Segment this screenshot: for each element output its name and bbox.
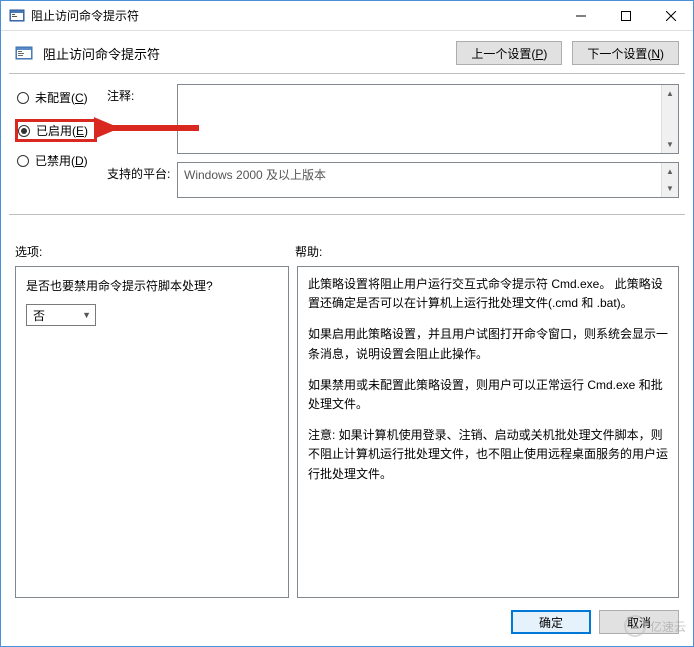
ok-label: 确定: [539, 614, 563, 631]
platform-field: Windows 2000 及以上版本: [178, 163, 661, 197]
radio-not-configured[interactable]: 未配置(C): [15, 86, 97, 109]
config-area: 未配置(C) 已启用(E) 已禁用(D) 注释: ▲ ▼: [1, 84, 693, 206]
scrollbar[interactable]: ▲ ▼: [661, 163, 678, 197]
radio-group: 未配置(C) 已启用(E) 已禁用(D): [15, 84, 97, 206]
radio-label: 已启用(E): [36, 122, 88, 139]
prev-label: 上一个设置(P): [471, 45, 547, 62]
option-question: 是否也要禁用命令提示符脚本处理?: [26, 277, 278, 294]
select-value: 否: [33, 307, 45, 324]
comment-row: 注释: ▲ ▼: [107, 84, 679, 154]
cancel-button[interactable]: 取消: [599, 610, 679, 634]
dialog-window: 阻止访问命令提示符 阻止访问命令提示符 上一个设置(P: [0, 0, 694, 647]
policy-icon: [15, 44, 33, 62]
help-paragraph: 如果启用此策略设置，并且用户试图打开命令窗口，则系统会显示一条消息，说明设置会阻…: [308, 325, 668, 363]
previous-setting-button[interactable]: 上一个设置(P): [456, 41, 562, 65]
radio-circle-icon: [17, 92, 29, 104]
radio-label: 未配置(C): [35, 89, 88, 106]
options-panel: 是否也要禁用命令提示符脚本处理? 否 ▼: [15, 266, 289, 598]
radio-circle-icon: [17, 155, 29, 167]
scroll-up-icon: ▲: [662, 85, 678, 102]
panels: 是否也要禁用命令提示符脚本处理? 否 ▼ 此策略设置将阻止用户运行交互式命令提示…: [1, 266, 693, 598]
scroll-down-icon: ▼: [662, 180, 678, 197]
policy-title: 阻止访问命令提示符: [43, 44, 446, 63]
help-paragraph: 如果禁用或未配置此策略设置，则用户可以正常运行 Cmd.exe 和批处理文件。: [308, 376, 668, 414]
fields-column: 注释: ▲ ▼ 支持的平台: Windows 2000 及以上版本 ▲: [107, 84, 679, 206]
titlebar: 阻止访问命令提示符: [1, 1, 693, 31]
scroll-up-icon: ▲: [662, 163, 678, 180]
help-paragraph: 注意: 如果计算机使用登录、注销、启动或关机批处理文件脚本，则不阻止计算机运行批…: [308, 426, 668, 484]
divider: [9, 214, 685, 215]
app-icon: [9, 8, 25, 24]
platform-field-wrap: Windows 2000 及以上版本 ▲ ▼: [177, 162, 679, 198]
cancel-label: 取消: [627, 614, 651, 631]
footer: 确定 取消: [1, 598, 693, 646]
radio-enabled[interactable]: 已启用(E): [15, 119, 97, 142]
script-disable-select[interactable]: 否 ▼: [26, 304, 96, 326]
maximize-button[interactable]: [603, 1, 648, 30]
help-paragraph: 此策略设置将阻止用户运行交互式命令提示符 Cmd.exe。 此策略设置还确定是否…: [308, 275, 668, 313]
options-label: 选项:: [15, 243, 295, 260]
comment-field-wrap: ▲ ▼: [177, 84, 679, 154]
minimize-button[interactable]: [558, 1, 603, 30]
close-button[interactable]: [648, 1, 693, 30]
platform-row: 支持的平台: Windows 2000 及以上版本 ▲ ▼: [107, 162, 679, 198]
ok-button[interactable]: 确定: [511, 610, 591, 634]
section-labels: 选项: 帮助:: [1, 225, 693, 266]
window-controls: [558, 1, 693, 30]
chevron-down-icon: ▼: [82, 310, 91, 320]
help-panel: 此策略设置将阻止用户运行交互式命令提示符 Cmd.exe。 此策略设置还确定是否…: [297, 266, 679, 598]
radio-disabled[interactable]: 已禁用(D): [15, 149, 97, 172]
comment-label: 注释:: [107, 84, 177, 154]
header: 阻止访问命令提示符 上一个设置(P) 下一个设置(N): [1, 31, 693, 73]
scrollbar[interactable]: ▲ ▼: [661, 85, 678, 153]
radio-circle-icon: [18, 125, 30, 137]
help-label: 帮助:: [295, 243, 322, 260]
comment-field[interactable]: [178, 85, 661, 153]
radio-label: 已禁用(D): [35, 152, 88, 169]
next-label: 下一个设置(N): [587, 45, 664, 62]
scroll-down-icon: ▼: [662, 136, 678, 153]
platform-label: 支持的平台:: [107, 162, 177, 198]
next-setting-button[interactable]: 下一个设置(N): [572, 41, 679, 65]
divider: [9, 73, 685, 74]
window-title: 阻止访问命令提示符: [31, 7, 558, 24]
